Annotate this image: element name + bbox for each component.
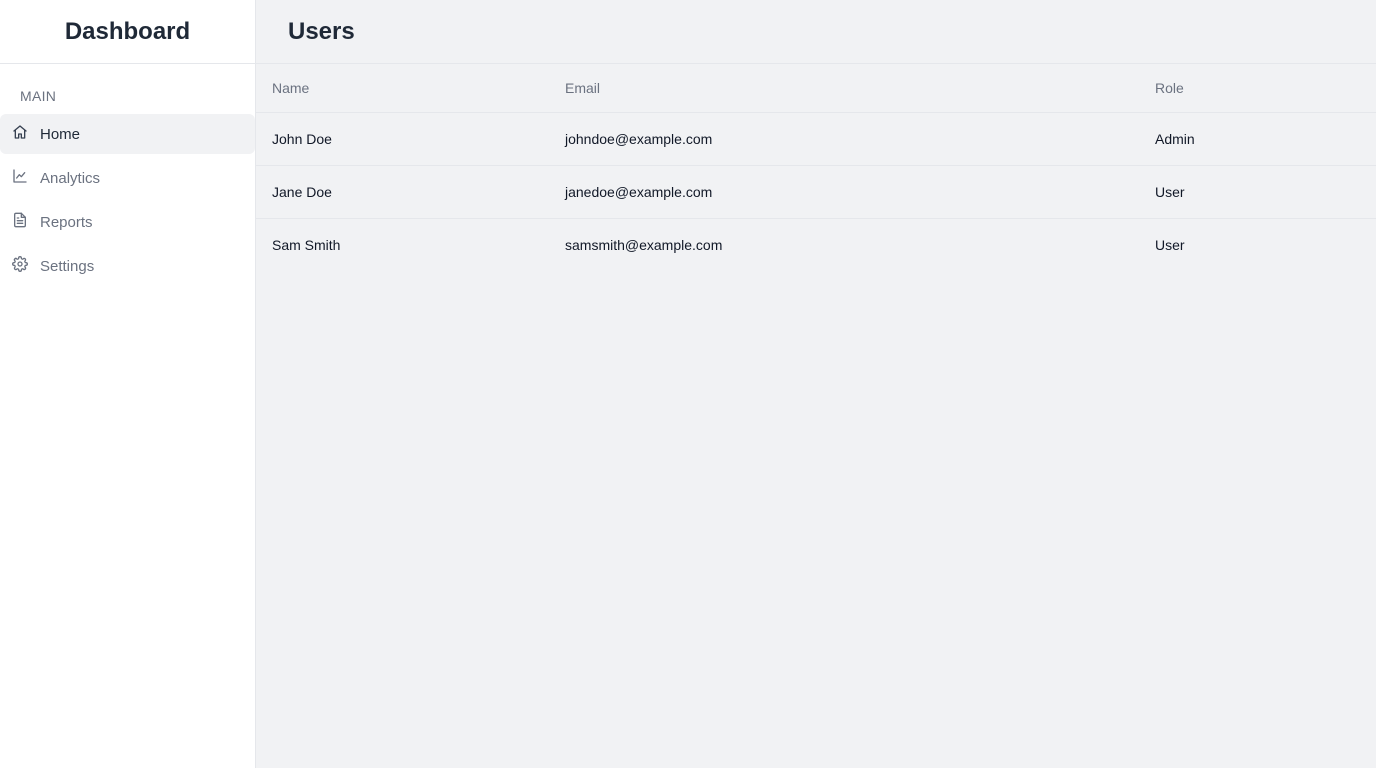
cell-email: johndoe@example.com [565,112,1155,166]
sidebar: Dashboard MAIN Home Analytics Reports Se… [0,0,256,768]
users-table: Name Email Role John Doe johndoe@example… [256,64,1376,271]
sidebar-item-label: Settings [40,257,95,275]
sidebar-item-settings[interactable]: Settings [0,246,255,286]
sidebar-nav: Home Analytics Reports Settings [0,110,255,286]
cell-name: Jane Doe [256,165,565,219]
table-row[interactable]: Jane Doe janedoe@example.com User [256,165,1376,219]
sidebar-item-label: Reports [40,213,93,231]
sidebar-item-reports[interactable]: Reports [0,202,255,242]
brand-title: Dashboard [0,0,255,64]
nav-section-label: MAIN [20,88,57,104]
column-header-name[interactable]: Name [256,64,565,113]
table-row[interactable]: Sam Smith samsmith@example.com User [256,218,1376,271]
cell-role: User [1155,236,1185,253]
cell-role: Admin [1155,112,1376,166]
table-row[interactable]: John Doe johndoe@example.com Admin [256,112,1376,166]
sidebar-item-home[interactable]: Home [0,114,255,154]
sidebar-item-label: Home [40,125,81,143]
cell-name: John Doe [256,112,565,166]
cell-role: User [1155,165,1376,219]
page-title: Users [256,0,1376,64]
column-header-email[interactable]: Email [565,64,1155,113]
table-header-row: Name Email Role [256,64,1376,113]
cell-name: Sam Smith [272,236,341,253]
chart-line-icon [12,168,28,188]
column-header-role[interactable]: Role [1155,64,1376,113]
home-icon [12,124,28,144]
cell-email: janedoe@example.com [565,165,1155,219]
cell-email: samsmith@example.com [565,236,723,253]
gear-icon [12,256,28,276]
app-shell: Dashboard MAIN Home Analytics Reports Se… [0,0,1376,768]
sidebar-item-analytics[interactable]: Analytics [0,158,255,198]
main-content: Users Name Email Role John Doe johndoe@e… [256,0,1376,768]
sidebar-item-label: Analytics [40,169,101,187]
document-icon [12,212,28,232]
